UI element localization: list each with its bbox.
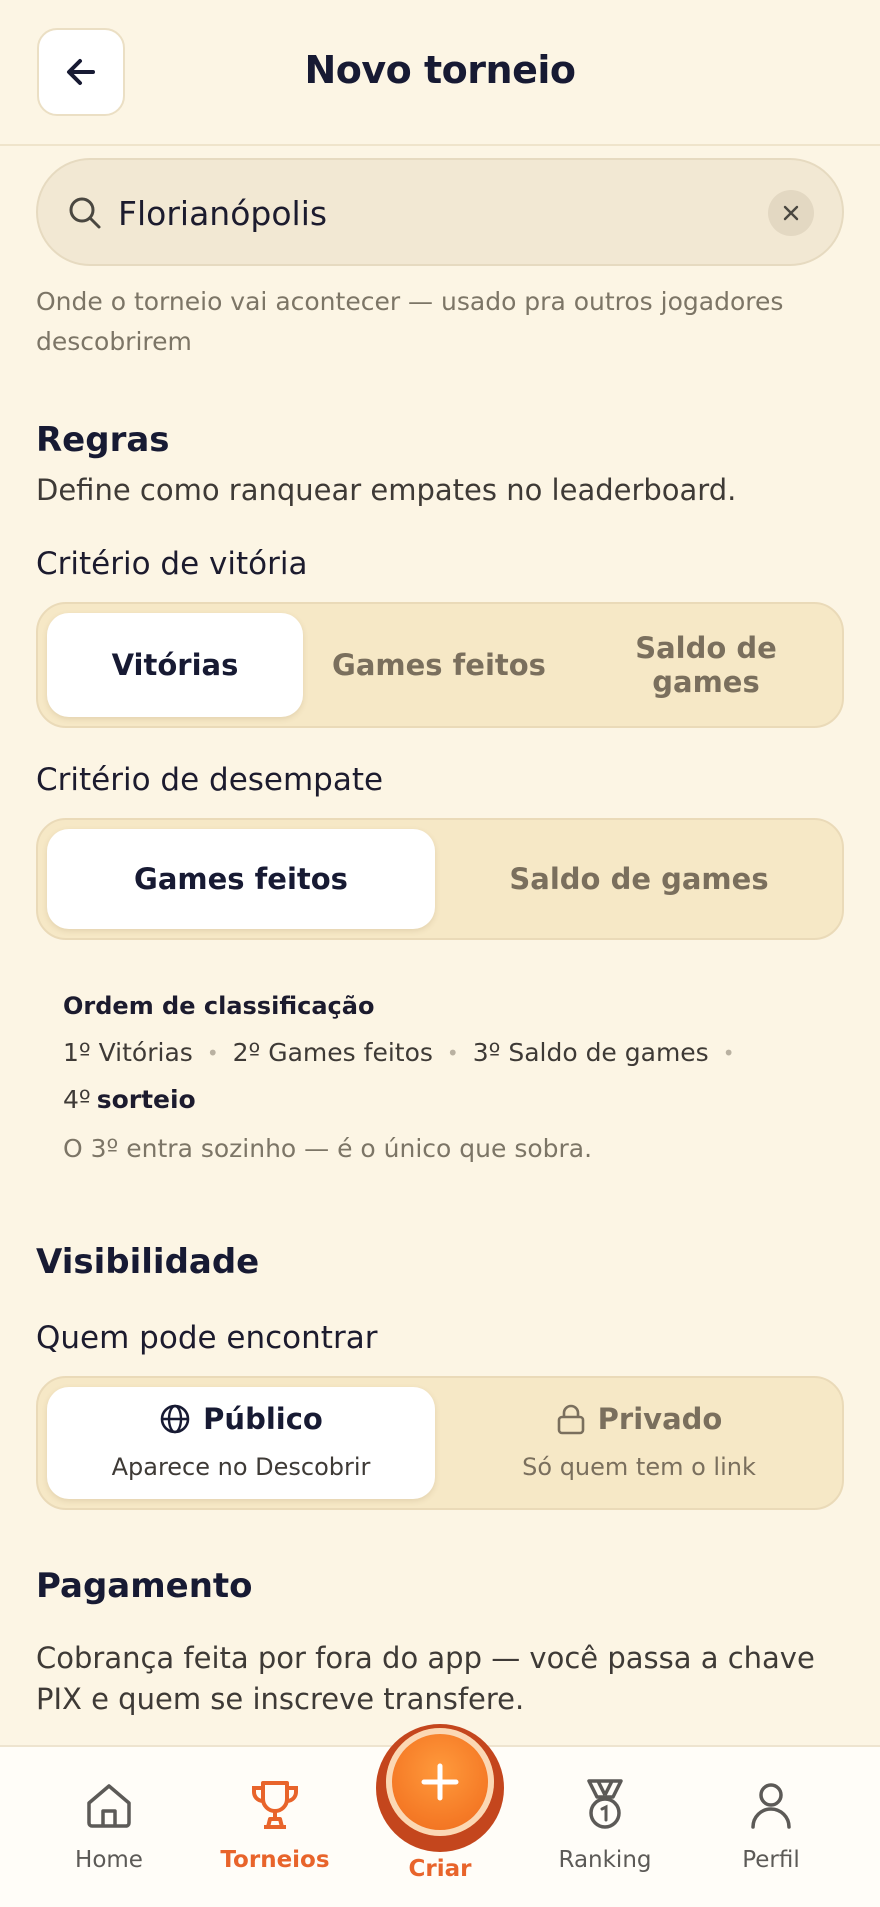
- user-icon: [751, 1783, 791, 1829]
- order-note: O 3º entra sozinho — é o único que sobra…: [63, 1134, 593, 1163]
- location-hint: Onde o torneio vai acontecer — usado pra…: [36, 287, 784, 356]
- rules-description: Define como ranquear empates no leaderbo…: [36, 473, 737, 507]
- visibility-segmented: Público Aparece no Descobrir Privado Só …: [36, 1376, 844, 1510]
- order-line-4: 4º sorteio: [63, 1085, 196, 1114]
- nav-item-torneios[interactable]: Torneios: [200, 1775, 350, 1873]
- private-subtitle: Só quem tem o link: [522, 1453, 756, 1481]
- tiebreak-criterion-segmented: Games feitos Saldo de games: [36, 818, 844, 940]
- page-title: Novo torneio: [304, 48, 576, 92]
- nav-label-perfil: Perfil: [742, 1847, 800, 1873]
- separator-dot: •: [206, 1040, 219, 1065]
- separator-dot: •: [446, 1040, 459, 1065]
- home-icon: [87, 1784, 131, 1828]
- payment-title: Pagamento: [36, 1566, 253, 1606]
- win-option-saldo-de-games[interactable]: Saldo de games: [578, 613, 834, 717]
- nav-label-torneios: Torneios: [220, 1847, 330, 1873]
- visibility-option-private[interactable]: Privado Só quem tem o link: [444, 1387, 834, 1499]
- order-item-2: 2º Games feitos: [232, 1038, 433, 1067]
- nav-label-ranking: Ranking: [558, 1847, 652, 1873]
- visibility-label: Quem pode encontrar: [36, 1320, 378, 1356]
- globe-icon: [160, 1404, 190, 1434]
- clear-button[interactable]: [768, 190, 814, 236]
- visibility-option-public[interactable]: Público Aparece no Descobrir: [47, 1387, 435, 1499]
- order-title: Ordem de classificação: [63, 992, 375, 1020]
- nav-item-home[interactable]: Home: [34, 1775, 184, 1873]
- win-option-games-feitos[interactable]: Games feitos: [311, 613, 567, 717]
- tiebreak-option-saldo-de-games[interactable]: Saldo de games: [444, 829, 834, 929]
- lock-icon: [557, 1404, 584, 1435]
- nav-label-home: Home: [75, 1847, 143, 1873]
- visibility-title: Visibilidade: [36, 1242, 260, 1282]
- nav-item-ranking[interactable]: Ranking: [530, 1775, 680, 1873]
- payment-description: Cobrança feita por fora do app — você pa…: [36, 1641, 815, 1716]
- public-title: Público: [203, 1402, 323, 1436]
- public-subtitle: Aparece no Descobrir: [111, 1453, 371, 1481]
- win-criterion-label: Critério de vitória: [36, 546, 308, 582]
- order-item-4-prefix: 4º: [63, 1085, 91, 1114]
- order-item-4-value: sorteio: [96, 1085, 196, 1114]
- win-criterion-segmented: Vitórias Games feitos Saldo de games: [36, 602, 844, 728]
- create-button[interactable]: [386, 1728, 494, 1836]
- nav-label-criar: Criar: [408, 1856, 472, 1882]
- rules-title: Regras: [36, 420, 170, 460]
- search-icon: [69, 197, 101, 229]
- location-input[interactable]: [118, 182, 718, 244]
- location-search[interactable]: [36, 158, 844, 266]
- tiebreak-option-games-feitos[interactable]: Games feitos: [47, 829, 435, 929]
- separator-dot: •: [722, 1040, 735, 1065]
- close-icon: [783, 205, 799, 221]
- order-item-1: 1º Vitórias: [63, 1038, 193, 1067]
- trophy-icon: [252, 1781, 298, 1829]
- medal-icon: [587, 1779, 623, 1829]
- nav-item-perfil[interactable]: Perfil: [696, 1775, 846, 1873]
- order-item-3: 3º Saldo de games: [472, 1038, 709, 1067]
- win-option-vitorias[interactable]: Vitórias: [47, 613, 303, 717]
- tiebreak-criterion-label: Critério de desempate: [36, 762, 384, 798]
- private-title: Privado: [597, 1402, 723, 1436]
- header: Novo torneio: [0, 0, 880, 146]
- order-line: 1º Vitórias • 2º Games feitos • 3º Saldo…: [63, 1038, 749, 1067]
- plus-icon: [421, 1763, 459, 1801]
